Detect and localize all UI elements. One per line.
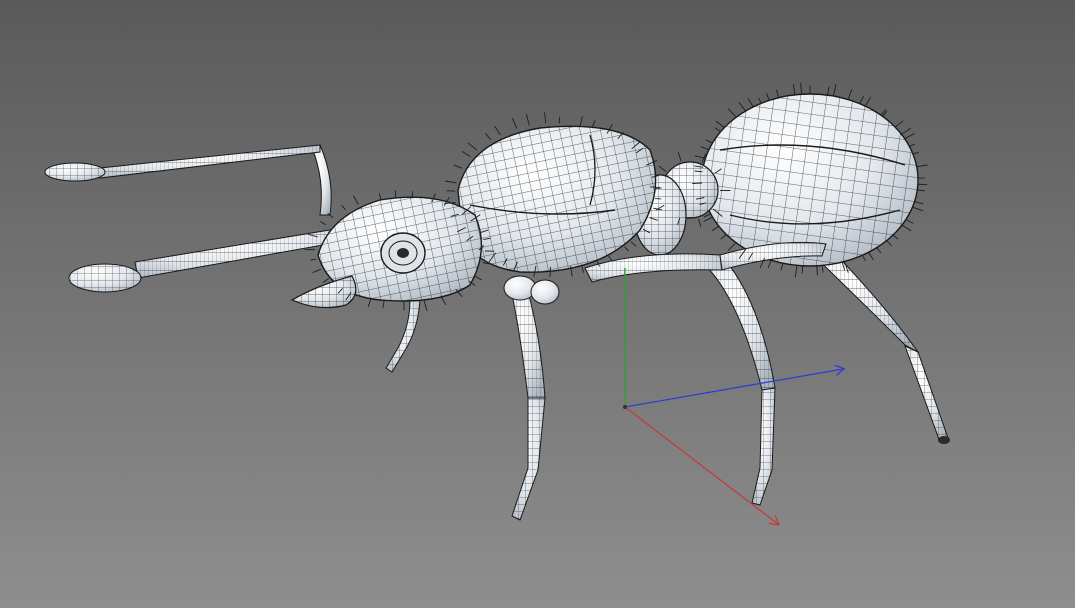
gaster: [701, 93, 919, 267]
gizmo-origin[interactable]: [623, 405, 627, 409]
3d-viewport[interactable]: [0, 0, 1075, 608]
viewport-background: [0, 0, 1075, 608]
